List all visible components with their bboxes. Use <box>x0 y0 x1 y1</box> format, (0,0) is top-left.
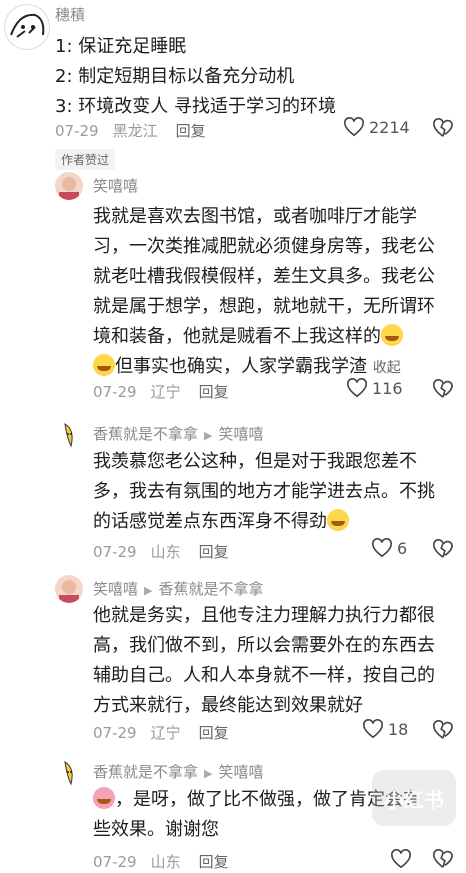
banana-avatar-icon <box>64 423 73 448</box>
comment-line-text: 境和装备，他就是贼看不上我这样的 <box>93 326 381 347</box>
pleading-emoji-icon <box>327 509 349 531</box>
avatar-photo-icon <box>59 177 79 200</box>
comment-text: 他就是务实，且他专注力理解力执行力都很 高，我们做不到，所以会需要外在的东西去 … <box>93 601 435 721</box>
comment-text: 1: 保证充足睡眠 2: 制定短期目标以备充分动机 3: 环境改变人 寻找适于学… <box>55 32 336 122</box>
date: 07-29 <box>93 723 137 742</box>
location: 山东 <box>150 853 181 871</box>
comment-line: 就老吐槽我假模假样，差生文具多。我老公 <box>93 266 435 287</box>
broken-heart-icon <box>433 720 453 739</box>
reply-header: 香蕉就是不拿拿 ▶ 笑嘻嘻 <box>93 423 264 444</box>
reply-button[interactable]: 回复 <box>199 722 229 743</box>
heart-icon <box>391 849 411 869</box>
like-button[interactable]: 116 <box>346 378 403 398</box>
comment-meta: 07-29 辽宁 回复 <box>93 722 237 743</box>
dislike-button[interactable] <box>432 379 454 403</box>
like-button[interactable]: 2214 <box>343 117 410 137</box>
like-count: 18 <box>388 719 409 739</box>
reply-to-username[interactable]: 笑嘻嘻 <box>218 763 263 781</box>
username[interactable]: 笑嘻嘻 <box>93 175 138 196</box>
comment-meta: 07-29 黑龙江 回复 <box>55 120 214 141</box>
comment-meta: 07-29 山东 回复 <box>93 851 237 872</box>
like-button[interactable] <box>390 849 412 873</box>
comment-text: 我就是喜欢去图书馆，或者咖啡厅才能学 习，一次类推减肥就必须健身房等，我老公 就… <box>93 202 435 383</box>
avatar[interactable] <box>4 4 50 50</box>
avatar[interactable] <box>55 420 83 448</box>
comment-line: 3: 环境改变人 寻找适于学习的环境 <box>55 96 336 117</box>
hug-emoji-icon <box>93 787 115 809</box>
laugh-cry-emoji-icon <box>381 324 403 346</box>
reply-button[interactable]: 回复 <box>199 851 229 872</box>
comment-line: 的话感觉差点东西浑身不得劲 <box>93 507 435 537</box>
location: 辽宁 <box>150 383 181 401</box>
reply-arrow-icon: ▶ <box>204 429 213 442</box>
reply-to-username[interactable]: 笑嘻嘻 <box>218 425 263 443</box>
avatar[interactable] <box>55 758 83 786</box>
heart-icon <box>363 719 383 739</box>
comment-line: 方式来就行，最终能达到效果就好 <box>93 695 363 716</box>
broken-heart-icon <box>433 379 453 398</box>
like-button[interactable]: 18 <box>362 719 408 739</box>
reply-arrow-icon: ▶ <box>144 584 153 597</box>
dislike-button[interactable] <box>432 849 454 873</box>
comment-line-text: 但事实也确实，人家学霸我学渣 <box>115 356 367 377</box>
reply-button[interactable]: 回复 <box>176 120 206 141</box>
comment-line: 多，我去有氛围的地方才能学进去点。不挑 <box>93 481 435 502</box>
username[interactable]: 香蕉就是不拿拿 <box>93 763 198 781</box>
comment-line: 高，我们做不到，所以会需要外在的东西去 <box>93 635 435 656</box>
date: 07-29 <box>93 382 137 401</box>
like-count: 116 <box>372 378 403 398</box>
watermark: 小红书 <box>372 770 456 826</box>
reply-to-username[interactable]: 香蕉就是不拿拿 <box>158 580 263 598</box>
avatar-anime-icon <box>10 13 45 38</box>
comment-meta: 07-29 山东 回复 <box>93 541 237 562</box>
date: 07-29 <box>55 121 99 140</box>
banana-avatar-icon <box>64 761 73 786</box>
comment-line: 我就是喜欢去图书馆，或者咖啡厅才能学 <box>93 206 417 227</box>
comment-line: 他就是务实，且他专注力理解力执行力都很 <box>93 605 435 626</box>
watermark-text: 小红书 <box>384 787 444 812</box>
avatar-photo-icon <box>59 580 79 603</box>
heart-icon <box>372 538 392 558</box>
location: 辽宁 <box>150 724 181 742</box>
username[interactable]: 香蕉就是不拿拿 <box>93 425 198 443</box>
like-count: 2214 <box>369 117 410 137</box>
username[interactable]: 穗積 <box>55 4 85 25</box>
avatar[interactable] <box>55 575 83 603</box>
laugh-cry-emoji-icon <box>93 354 115 376</box>
location: 山东 <box>150 543 181 561</box>
reply-arrow-icon: ▶ <box>204 767 213 780</box>
comment-meta: 07-29 辽宁 回复 <box>93 381 237 402</box>
comment-line: 2: 制定短期目标以备充分动机 <box>55 66 295 87</box>
reply-header: 笑嘻嘻 ▶ 香蕉就是不拿拿 <box>93 578 264 599</box>
comment-text: 我羡慕您老公这种，但是对于我跟您差不 多，我去有氛围的地方才能学进去点。不挑 的… <box>93 447 435 537</box>
username[interactable]: 笑嘻嘻 <box>93 580 138 598</box>
reply-button[interactable]: 回复 <box>199 541 229 562</box>
comment-line: 就是属于想学，想跑，就地就干，无所谓环 <box>93 296 435 317</box>
avatar[interactable] <box>55 172 83 200</box>
author-liked-badge: 作者赞过 <box>55 149 116 170</box>
broken-heart-icon <box>433 539 453 558</box>
comment-line: 辅助自己。人和人本身就不一样，按自己的 <box>93 665 435 686</box>
comment-line-text: 的话感觉差点东西浑身不得劲 <box>93 511 327 532</box>
like-count: 6 <box>397 538 408 558</box>
collapse-button[interactable]: 收起 <box>373 360 401 376</box>
reply-header: 香蕉就是不拿拿 ▶ 笑嘻嘻 <box>93 761 264 782</box>
dislike-button[interactable] <box>432 118 454 142</box>
heart-icon <box>344 117 364 137</box>
location: 黑龙江 <box>112 122 158 140</box>
dislike-button[interactable] <box>432 539 454 563</box>
broken-heart-icon <box>433 118 453 137</box>
reply-button[interactable]: 回复 <box>199 381 229 402</box>
comment-line: 习，一次类推减肥就必须健身房等，我老公 <box>93 236 435 257</box>
heart-icon <box>347 378 367 398</box>
comment-line: 我羡慕您老公这种，但是对于我跟您差不 <box>93 451 417 472</box>
dislike-button[interactable] <box>432 720 454 744</box>
comment-line: 1: 保证充足睡眠 <box>55 36 187 57</box>
like-button[interactable]: 6 <box>371 538 407 558</box>
comment-line: 些效果。谢谢您 <box>93 819 219 840</box>
comment-line: 境和装备，他就是贼看不上我这样的 <box>93 322 435 352</box>
date: 07-29 <box>93 852 137 871</box>
date: 07-29 <box>93 542 137 561</box>
broken-heart-icon <box>433 849 453 868</box>
